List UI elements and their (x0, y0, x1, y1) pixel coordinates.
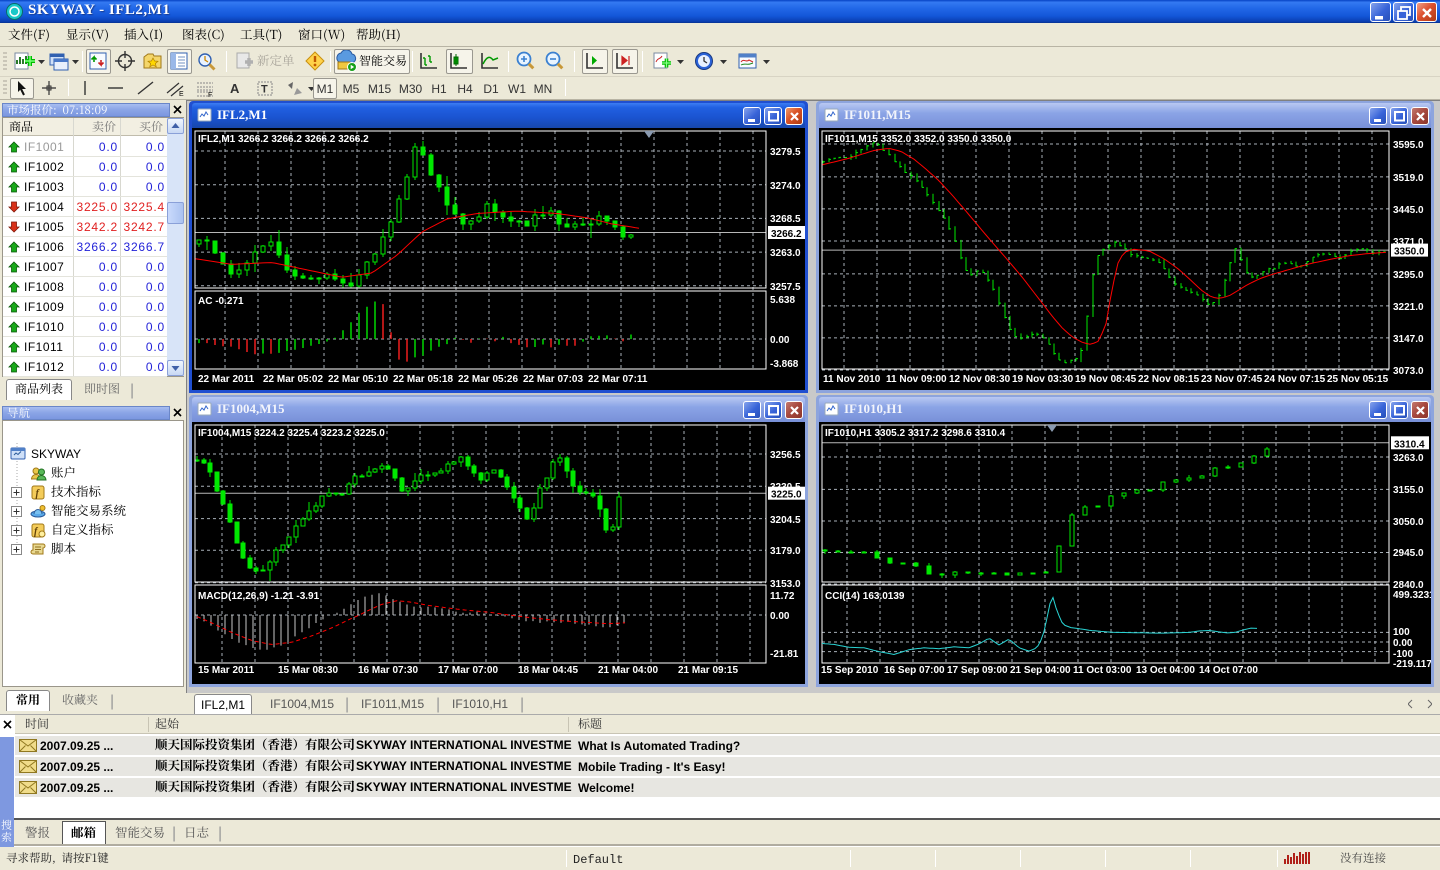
svg-text:22 Mar 05:02: 22 Mar 05:02 (263, 374, 323, 385)
svg-text:F: F (208, 92, 212, 98)
svg-text:3263.0: 3263.0 (770, 248, 801, 259)
svg-text:100: 100 (1393, 627, 1410, 638)
svg-text:16 Sep 07:00: 16 Sep 07:00 (884, 665, 945, 676)
svg-text:3445.0: 3445.0 (1393, 205, 1424, 216)
svg-text:CCI(14) 163.0139: CCI(14) 163.0139 (825, 591, 905, 602)
svg-text:3153.0: 3153.0 (770, 579, 801, 590)
svg-text:19 Nov 03:30: 19 Nov 03:30 (1012, 374, 1074, 385)
svg-text:3266.2: 3266.2 (771, 229, 802, 240)
svg-text:IF1011,M15 3352.0 3352.0 3350: IF1011,M15 3352.0 3352.0 3350.0 3350.0 (825, 134, 1012, 145)
svg-text:11 Oct 03:00: 11 Oct 03:00 (1073, 665, 1132, 676)
svg-text:25 Nov 05:15: 25 Nov 05:15 (1327, 374, 1389, 385)
svg-text:3263.0: 3263.0 (1393, 453, 1424, 464)
svg-text:17 Sep 09:00: 17 Sep 09:00 (947, 665, 1008, 676)
svg-text:21 Mar 09:15: 21 Mar 09:15 (678, 665, 738, 676)
svg-text:3050.0: 3050.0 (1393, 517, 1424, 528)
svg-text:15 Sep 2010: 15 Sep 2010 (821, 665, 879, 676)
svg-text:22 Mar 07:03: 22 Mar 07:03 (523, 374, 583, 385)
svg-text:IF1010,H1 3305.2 3317.2 3298.: IF1010,H1 3305.2 3317.2 3298.6 3310.4 (825, 428, 1006, 439)
svg-text:3257.5: 3257.5 (770, 282, 801, 293)
svg-text:13 Oct 04:00: 13 Oct 04:00 (1136, 665, 1195, 676)
svg-text:-219.117: -219.117 (1393, 659, 1431, 670)
svg-text:0.00: 0.00 (770, 335, 790, 346)
svg-text:5.638: 5.638 (770, 295, 795, 306)
svg-text:15 Mar 08:30: 15 Mar 08:30 (278, 665, 338, 676)
svg-text:499.3231: 499.3231 (1393, 590, 1431, 601)
svg-text:21 Mar 04:00: 21 Mar 04:00 (598, 665, 658, 676)
svg-text:3268.5: 3268.5 (770, 214, 801, 225)
svg-text:11 Nov 2010: 11 Nov 2010 (823, 374, 881, 385)
svg-text:12 Nov 08:30: 12 Nov 08:30 (949, 374, 1011, 385)
svg-text:17 Mar 07:00: 17 Mar 07:00 (438, 665, 498, 676)
svg-text:A: A (230, 81, 240, 96)
svg-text:3274.0: 3274.0 (770, 181, 801, 192)
svg-text:-3.868: -3.868 (770, 359, 799, 370)
svg-text:0.00: 0.00 (1393, 638, 1413, 649)
svg-text:18 Mar 04:45: 18 Mar 04:45 (518, 665, 578, 676)
svg-text:3519.0: 3519.0 (1393, 173, 1424, 184)
svg-text:22 Mar 07:11: 22 Mar 07:11 (588, 374, 648, 385)
svg-text:T: T (261, 84, 268, 96)
svg-text:3204.5: 3204.5 (770, 515, 801, 526)
svg-text:AC -0.271: AC -0.271 (198, 296, 244, 307)
svg-text:22 Mar 05:26: 22 Mar 05:26 (458, 374, 518, 385)
svg-text:19 Nov 08:45: 19 Nov 08:45 (1075, 374, 1137, 385)
svg-text:11 Nov 09:00: 11 Nov 09:00 (886, 374, 947, 385)
svg-text:3256.5: 3256.5 (770, 450, 801, 461)
svg-text:3279.5: 3279.5 (770, 147, 801, 158)
svg-text:3155.0: 3155.0 (1393, 485, 1424, 496)
svg-text:2945.0: 2945.0 (1393, 548, 1424, 559)
svg-text:0.00: 0.00 (770, 611, 790, 622)
svg-text:-21.81: -21.81 (770, 649, 799, 660)
svg-text:3179.0: 3179.0 (770, 546, 801, 557)
svg-text:3595.0: 3595.0 (1393, 140, 1424, 151)
svg-text:14 Oct 07:00: 14 Oct 07:00 (1199, 665, 1258, 676)
svg-text:22 Mar 05:10: 22 Mar 05:10 (328, 374, 388, 385)
svg-text:IFL2,M1 3266.2 3266.2 3266.2: IFL2,M1 3266.2 3266.2 3266.2 3266.2 (198, 134, 369, 145)
svg-text:15 Mar 2011: 15 Mar 2011 (198, 665, 255, 676)
svg-text:E: E (179, 91, 184, 98)
svg-text:23 Nov 07:45: 23 Nov 07:45 (1201, 374, 1263, 385)
svg-text:IF1004,M15 3224.2 3225.4 3223: IF1004,M15 3224.2 3225.4 3223.2 3225.0 (198, 428, 385, 439)
svg-text:16 Mar 07:30: 16 Mar 07:30 (358, 665, 418, 676)
svg-text:3073.0: 3073.0 (1393, 366, 1424, 377)
svg-text:3310.4: 3310.4 (1394, 439, 1425, 450)
svg-text:3295.0: 3295.0 (1393, 270, 1424, 281)
svg-text:22 Mar 05:18: 22 Mar 05:18 (393, 374, 453, 385)
svg-text:3147.0: 3147.0 (1393, 334, 1424, 345)
svg-text:11.72: 11.72 (770, 591, 795, 602)
svg-text:3350.0: 3350.0 (1394, 247, 1425, 258)
svg-text:21 Sep 04:00: 21 Sep 04:00 (1010, 665, 1071, 676)
svg-text:22 Nov 08:15: 22 Nov 08:15 (1138, 374, 1200, 385)
svg-text:3221.0: 3221.0 (1393, 302, 1424, 313)
svg-text:22 Mar 2011: 22 Mar 2011 (198, 374, 255, 385)
svg-text:3225.0: 3225.0 (771, 490, 802, 501)
svg-text:MACD(12,26,9) -1.21 -3.91: MACD(12,26,9) -1.21 -3.91 (198, 591, 320, 602)
svg-text:24 Nov 07:15: 24 Nov 07:15 (1264, 374, 1326, 385)
